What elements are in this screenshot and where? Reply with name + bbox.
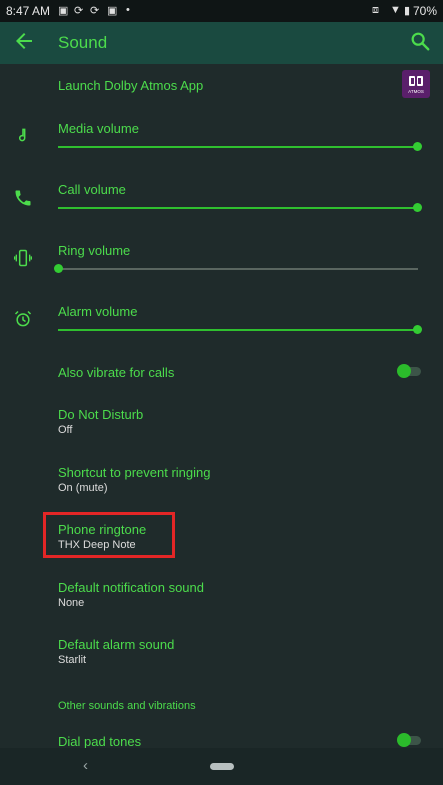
dial-pad-tones-toggle[interactable]: [397, 733, 421, 747]
vibrate-mode-icon: ⧈: [372, 4, 379, 16]
vibrate-calls-label: Also vibrate for calls: [58, 365, 175, 380]
alarm-volume-slider[interactable]: [58, 329, 418, 331]
dnd-subtitle: Off: [58, 424, 73, 436]
dolby-label: Launch Dolby Atmos App: [58, 78, 204, 93]
sync-icon: ⟳: [74, 5, 84, 17]
call-volume-slider[interactable]: [58, 207, 418, 209]
ring-volume-thumb[interactable]: [54, 264, 63, 273]
dolby-logo: ATMOS: [402, 70, 430, 98]
app-bar: Sound: [0, 22, 443, 64]
nav-back-icon[interactable]: ‹: [83, 757, 88, 774]
dial-pad-tones-label: Dial pad tones: [58, 734, 142, 749]
dolby-logo-text: ATMOS: [408, 89, 424, 94]
wifi-icon: ▼: [390, 4, 401, 16]
sync-icon: ⟳: [90, 5, 100, 17]
ring-volume-slider[interactable]: [58, 268, 418, 270]
ringtone-highlight-box: [43, 512, 175, 558]
media-volume-label: Media volume: [58, 121, 139, 136]
alarm-sound-title: Default alarm sound: [58, 637, 175, 652]
alarm-volume-label: Alarm volume: [58, 304, 138, 319]
status-bar: 8:47 AM ▣ ⟳ ⟳ ▣ • ⧈ ▼ ▮ 70%: [0, 0, 443, 22]
toggle-thumb: [397, 364, 411, 378]
media-volume-thumb[interactable]: [413, 142, 422, 151]
alarm-volume-thumb[interactable]: [413, 325, 422, 334]
page-title: Sound: [58, 33, 108, 52]
vibrate-calls-toggle[interactable]: [397, 364, 421, 378]
shortcut-title: Shortcut to prevent ringing: [58, 465, 211, 480]
battery-percent: 70%: [412, 4, 437, 18]
alarm-clock-icon: [14, 310, 32, 327]
nav-home-pill[interactable]: [210, 763, 234, 770]
call-volume-thumb[interactable]: [413, 203, 422, 212]
music-note-icon: [18, 128, 26, 142]
dot-icon: •: [126, 4, 130, 16]
navigation-bar: ‹: [0, 748, 443, 785]
phone-icon: [15, 190, 31, 206]
dnd-title: Do Not Disturb: [58, 407, 144, 422]
status-time: 8:47 AM: [6, 4, 51, 18]
toggle-thumb: [397, 733, 411, 747]
notification-sound-subtitle: None: [58, 597, 85, 609]
notification-sound-title: Default notification sound: [58, 580, 204, 595]
vibrate-icon: [14, 249, 32, 267]
shortcut-subtitle: On (mute): [58, 482, 108, 494]
section-header-other-sounds: Other sounds and vibrations: [58, 700, 196, 712]
alarm-sound-subtitle: Starlit: [58, 654, 87, 666]
media-volume-slider[interactable]: [58, 146, 418, 148]
app-notification-icon: ▣: [107, 5, 118, 17]
battery-icon: ▮: [404, 5, 411, 17]
image-notification-icon: ▣: [58, 5, 69, 17]
dolby-icon: ATMOS: [408, 76, 424, 94]
call-volume-label: Call volume: [58, 182, 126, 197]
ring-volume-label: Ring volume: [58, 243, 131, 258]
back-arrow-icon[interactable]: [12, 29, 36, 53]
search-icon[interactable]: [409, 30, 431, 52]
